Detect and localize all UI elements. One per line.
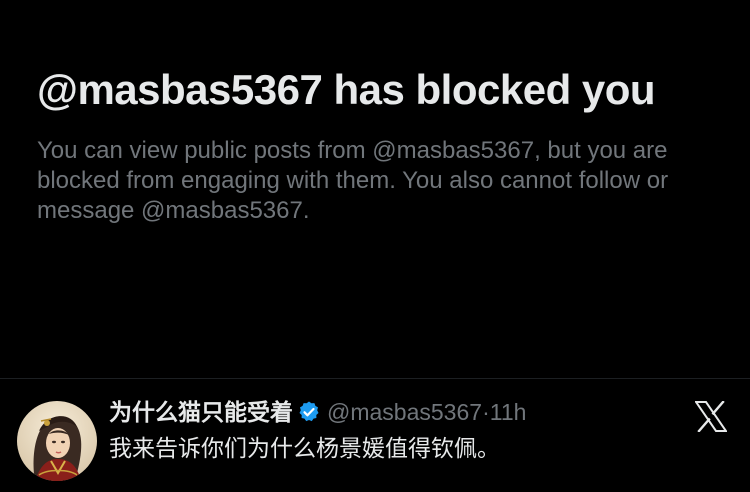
tweet-header: 为什么猫只能受着 @masbas5367·11h — [109, 397, 526, 427]
blocked-description: You can view public posts from @masbas53… — [37, 137, 669, 224]
display-name[interactable]: 为什么猫只能受着 — [109, 399, 293, 425]
timestamp[interactable]: 11h — [490, 399, 527, 425]
avatar-image — [17, 401, 97, 481]
avatar[interactable] — [17, 401, 97, 481]
verified-badge-icon[interactable] — [297, 400, 321, 424]
separator-dot: · — [482, 399, 490, 425]
blocked-title: @masbas5367 has blocked you — [37, 66, 656, 113]
x-logo-icon[interactable] — [694, 400, 728, 433]
tweet-card[interactable]: 为什么猫只能受着 @masbas5367·11h 我来告诉你们为什么杨景媛值得钦佩… — [0, 378, 750, 492]
blocked-notice: @masbas5367 has blocked you You can view… — [37, 62, 727, 226]
handle[interactable]: @masbas5367 — [327, 399, 482, 425]
tweet-text: 我来告诉你们为什么杨景媛值得钦佩。 — [109, 435, 500, 461]
